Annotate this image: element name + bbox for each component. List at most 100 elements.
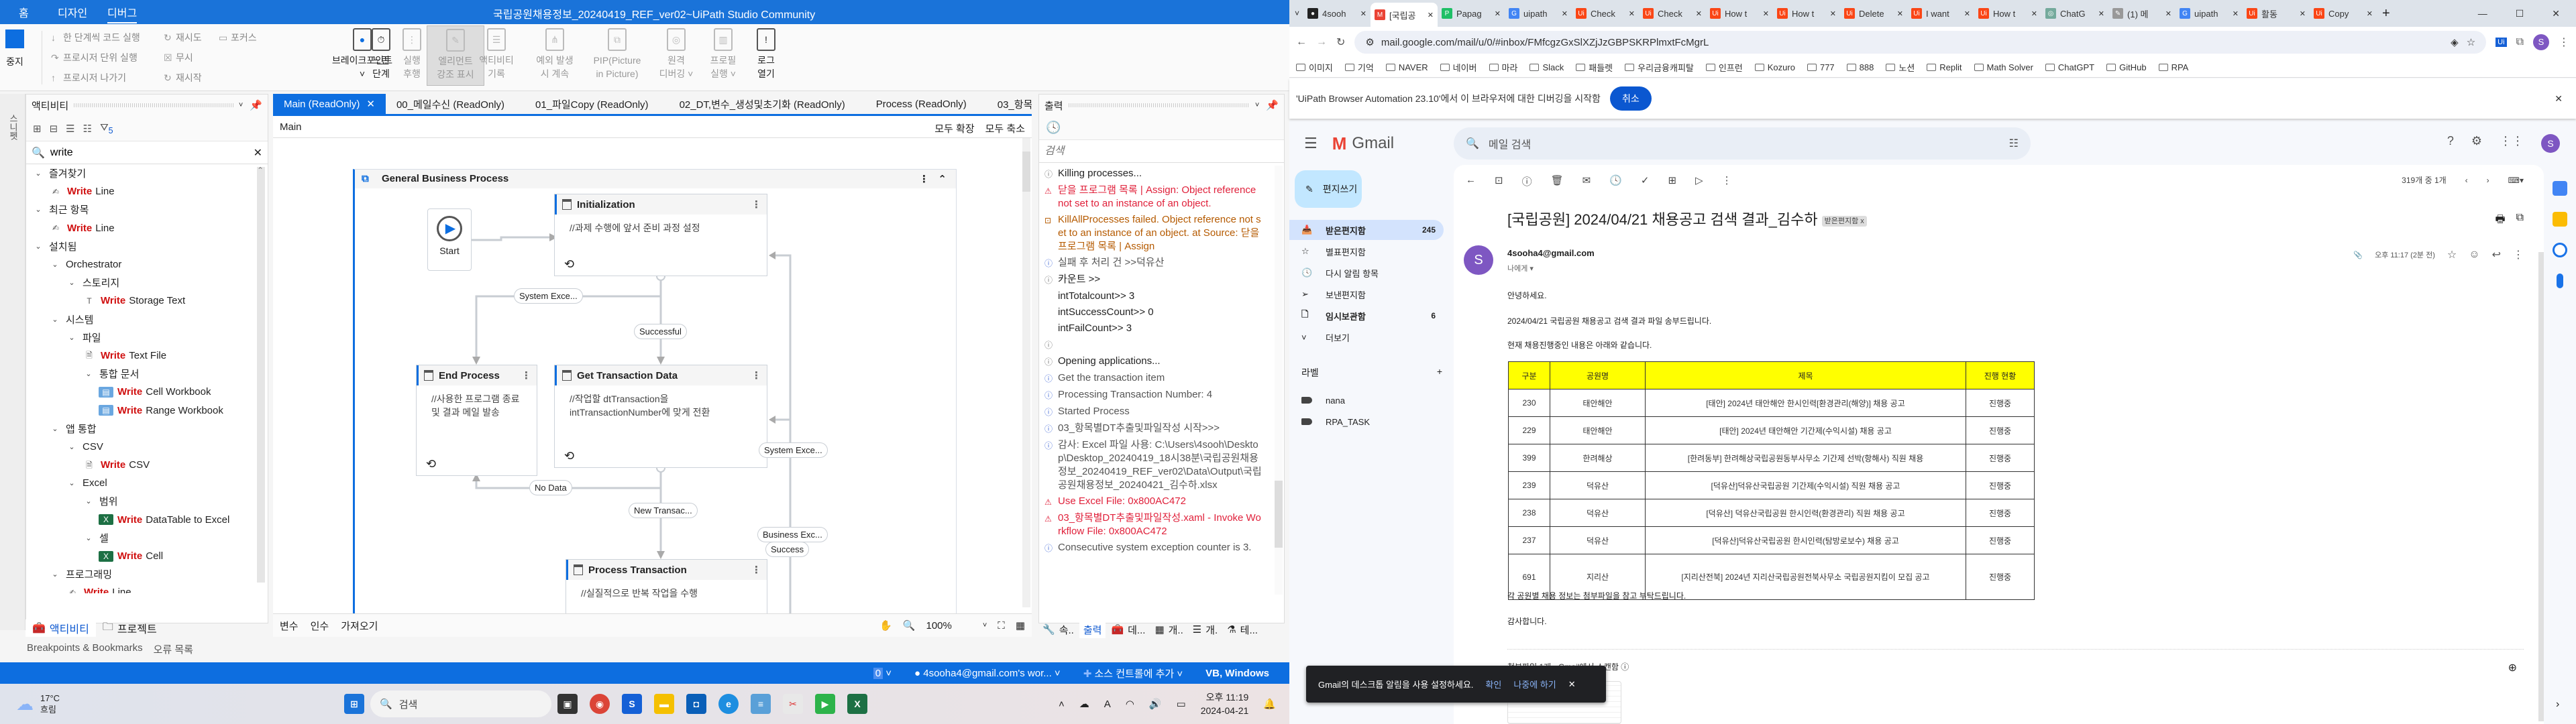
input-tools-icon[interactable]: ⌨▾ [2508,176,2524,185]
log-entry[interactable]: ⓘ 카운트 >> [1044,273,1279,287]
add-to-tasks-icon[interactable]: ✓ [1641,174,1650,188]
snippets-tab[interactable]: 스니펫 [7,114,19,140]
bookmark[interactable]: 888 [1846,62,1874,72]
close-tab-icon[interactable]: ✕ [1629,9,1635,18]
scroll-up-icon[interactable]: ⌃ [257,166,264,175]
account-avatar[interactable]: S [2541,134,2560,153]
minimize-icon[interactable]: — [2478,8,2487,19]
tree-group[interactable]: ⌄ 최근 항목 [26,200,268,219]
tree-activity[interactable]: T Write Storage Text [26,292,268,310]
browser-tab[interactable]: Ui How t ✕ [1773,3,1840,24]
excel-icon[interactable]: X [847,694,867,714]
bookmark[interactable]: 777 [1807,62,1835,72]
tree-group[interactable]: ⌄ 앱 통합 [26,420,268,438]
browser-tab[interactable]: Ui Check ✕ [1572,3,1639,24]
tree-group[interactable]: ⌄ Orchestrator [26,255,268,274]
weather-widget[interactable]: ☁ 17°C 흐림 [16,692,338,715]
close-tab-icon[interactable]: ✕ [1562,9,1568,18]
tree-group[interactable]: ⌄ Excel [26,474,268,492]
browser-tab[interactable]: Ui How t ✕ [1974,3,2041,24]
bookmark[interactable]: Slack [1529,62,1564,72]
add-to-drive-icon[interactable]: ⊕ [2508,661,2517,674]
doc-tab-main[interactable]: Main (ReadOnly) ✕ [273,94,386,114]
tree-group[interactable]: ⌄ 셀 [26,529,268,547]
bookmark[interactable]: ChatGPT [2045,62,2094,72]
archive-icon[interactable]: ⊡ [1495,174,1503,188]
bookmark[interactable]: 마라 [1489,61,1517,74]
main-menu-icon[interactable]: ☰ [1304,135,1318,152]
activities-search-input[interactable] [50,146,254,159]
contacts-icon[interactable] [2557,274,2563,288]
settings-gear-icon[interactable]: ⚙ [2471,134,2482,153]
transition-label[interactable]: System Exce... [514,288,583,304]
move-to-icon[interactable]: ⊞ [1668,174,1676,188]
gmail-logo[interactable]: M Gmail [1332,133,1394,154]
close-tab-icon[interactable]: ✕ [1897,9,1903,18]
browser-tab[interactable]: ✎ (1) 메 ✕ [2108,3,2176,24]
step-over-button[interactable]: ↷ 프로시저 단위 실행 [51,51,138,64]
chevron-up-icon[interactable]: ˄ [1059,699,1065,710]
workspace-selector[interactable]: ● 4sooha4@gmail.com's wor... ˅ [914,668,1061,679]
close-tab-icon[interactable]: ✕ [1830,9,1836,18]
chevron-down-icon[interactable]: ⌄ [65,479,78,487]
output-bottom-tab[interactable]: 🔧 속.. [1038,621,1078,638]
canvas-scrollbar[interactable] [1022,138,1030,607]
close-tab-icon[interactable]: ✕ [1696,9,1702,18]
tree-group[interactable]: ⌄ 통합 문서 [26,365,268,383]
battery-icon[interactable]: ▭ [1177,698,1186,710]
close-tab-icon[interactable]: ✕ [2031,9,2037,18]
apps-grid-icon[interactable]: ⋮⋮ [2500,134,2524,153]
snackbar-later-button[interactable]: 나중에 하기 [1513,678,1556,690]
close-tab-icon[interactable]: ✕ [2233,9,2239,18]
doc-tab[interactable]: 02_DT,변수_생성및초기화 (ReadOnly) [659,94,856,114]
chevron-down-icon[interactable]: ⌄ [32,205,45,214]
tree-group[interactable]: ⌄ 설치됨 [26,237,268,255]
tree-group[interactable]: ⌄ CSV [26,438,268,456]
more-icon[interactable]: ⋮ [2513,248,2524,261]
chevron-down-icon[interactable]: ˅ [983,621,987,629]
log-entry[interactable]: ⓘ Opening applications... [1044,355,1279,369]
bookmark[interactable]: Kozuro [1754,62,1795,72]
forward-icon[interactable]: → [1316,36,1327,48]
transition-label[interactable]: System Exce... [759,442,828,458]
state-get-transaction-data[interactable]: Get Transaction Data ⋮ //작업할 dtTransactio… [554,365,767,468]
clear-search-icon[interactable]: ✕ [254,146,262,160]
browser-tab[interactable]: Ui Check ✕ [1639,3,1706,24]
bookmark[interactable]: 우리금융캐피탈 [1625,61,1694,74]
tree-activity[interactable]: ▤ Write Range Workbook [26,401,268,419]
snackbar-ok-button[interactable]: 확인 [1485,678,1501,690]
log-entry[interactable]: ⚠ 닫을 프로그램 목록 | Assign: Object reference n… [1044,184,1279,210]
chevron-down-icon[interactable]: ˅ [239,101,243,109]
calendar-icon[interactable] [2553,181,2567,196]
reply-icon[interactable]: ↩ [2492,248,2501,261]
lens-icon[interactable]: ◈ [2451,36,2459,48]
onedrive-icon[interactable]: ☁ [1079,698,1089,710]
focus-button[interactable]: ▭ 포커스 [219,31,257,44]
list-icon[interactable]: ☷ [83,123,92,135]
tree-activity[interactable]: ✍ Write Line [26,219,268,237]
maximize-icon[interactable]: ☐ [2516,8,2524,19]
uipath-assistant-icon[interactable]: S [622,694,642,714]
retry-button[interactable]: ↻ 재시도 [164,31,202,44]
emoji-icon[interactable]: ☺ [2469,249,2479,261]
ignore-button[interactable]: ☒ 무시 [164,51,193,64]
delete-icon[interactable]: 🗑 [1551,174,1564,188]
tree-group[interactable]: ⌄ 범위 [26,492,268,510]
open-new-window-icon[interactable]: ⧉ [2516,212,2524,230]
breadcrumb[interactable]: Main [280,121,302,133]
tree-activity[interactable]: X Write Cell [26,547,268,565]
chevron-down-icon[interactable]: ⌄ [65,333,78,342]
transition-label[interactable]: No Data [529,480,572,495]
browser-tab[interactable]: Guipath ✕ [1505,3,1572,24]
nav-item[interactable]: ☆ 별표편지함 [1289,241,1444,261]
tree-group[interactable]: ⌄ 파일 [26,328,268,347]
clock[interactable]: 오후 11:19 2024-04-21 [1201,690,1249,717]
language-indicator[interactable]: VB, Windows [1205,668,1269,679]
ribbon-tab-debug[interactable]: 디버그 [107,4,138,23]
tree-group[interactable]: ⌄ 프로그래밍 [26,565,268,583]
close-tab-icon[interactable]: ✕ [1495,9,1501,18]
bookmark-star-icon[interactable]: ☆ [2467,36,2475,48]
tree-activity[interactable]: 🗎 Write Text File [26,347,268,365]
keep-icon[interactable] [2553,212,2567,227]
back-icon[interactable]: ← [1296,36,1307,48]
